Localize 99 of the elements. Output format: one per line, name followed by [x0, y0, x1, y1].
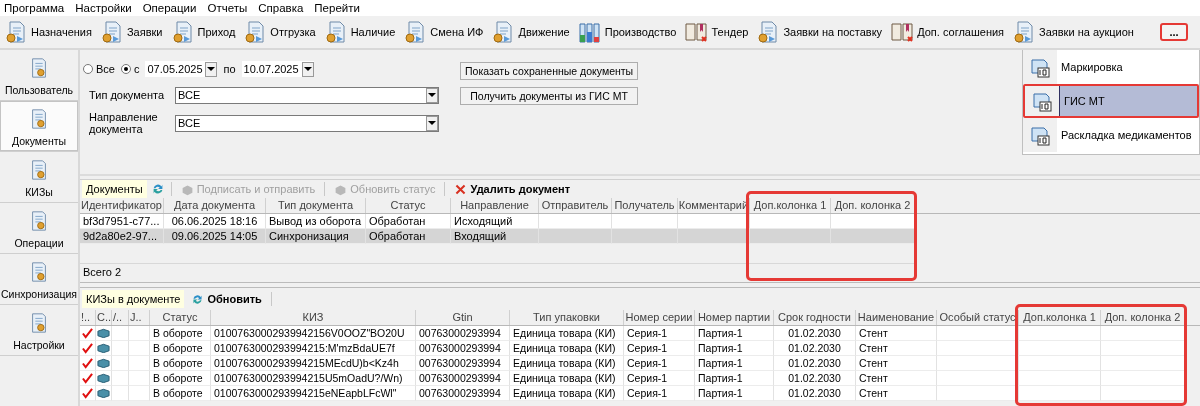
column-header[interactable]: Тип упаковки [510, 310, 624, 325]
column-header[interactable]: Срок годности [774, 310, 856, 325]
toolbar-button[interactable]: Заявки на поставку [756, 18, 886, 46]
menu-item[interactable]: Настройки [75, 2, 132, 14]
field-label: Тип документа [88, 89, 166, 101]
document-icon [99, 20, 124, 44]
table-cell: Серия-1 [624, 386, 695, 401]
column-header[interactable]: Тип документа [266, 198, 366, 213]
table-cell: 9d2a80e2-97... [80, 229, 164, 244]
sidebar-item[interactable]: КИЗы [0, 152, 78, 203]
delete-icon [454, 182, 468, 196]
column-header[interactable]: КИЗ [211, 310, 416, 325]
toolbar-button[interactable]: Отгрузка [243, 18, 319, 46]
table-cell: В обороте [150, 386, 211, 401]
menu-item[interactable]: Перейти [314, 2, 360, 14]
panel-tab[interactable]: Документы [82, 180, 147, 198]
document-icon [323, 20, 348, 44]
toolbar-button[interactable]: Смена ИФ [403, 18, 487, 46]
sidebar-item[interactable]: Операции [0, 203, 78, 254]
table-cell [678, 229, 750, 244]
bottles-icon [577, 20, 602, 44]
menu-item[interactable]: Операции [142, 2, 197, 14]
table-row[interactable]: 9d2a80e2-97... 09.06.2025 14:05 Синхронизация Обработан Входящий [80, 229, 915, 244]
more-button[interactable]: ... [1160, 23, 1188, 41]
table-cell: 00763000293994 [416, 386, 510, 401]
column-header[interactable]: Статус [366, 198, 451, 213]
column-header[interactable]: Доп. колонка 2 [831, 198, 915, 213]
column-header[interactable]: /.. [112, 310, 129, 325]
table-cell: 09.06.2025 14:05 [164, 229, 266, 244]
field-label: по [223, 63, 236, 75]
caret-icon [426, 115, 438, 131]
toolbar-button[interactable]: Заявки на аукцион [1012, 18, 1137, 46]
toolbar-button[interactable]: Доп. соглашения [890, 18, 1008, 46]
radio-button[interactable]: с [120, 63, 140, 75]
column-header[interactable]: С.. [96, 310, 112, 325]
column-header[interactable]: Номер серии [624, 310, 695, 325]
date-field[interactable]: 07.05.2025 [145, 61, 218, 77]
table-cell: 0100763000293994215eNEapbLFcWl" [211, 386, 416, 401]
table-cell [129, 386, 150, 401]
column-header[interactable]: J.. [129, 310, 150, 325]
column-header[interactable]: Доп.колонка 1 [750, 198, 831, 213]
column-header[interactable]: !.. [80, 310, 96, 325]
toolbar-button[interactable]: Удалить документ [451, 182, 574, 196]
table-cell: Входящий [451, 229, 539, 244]
column-header[interactable]: Номер партии [695, 310, 774, 325]
table-cell: 01.02.2030 [774, 386, 856, 401]
toolbar-button[interactable]: Назначения [4, 18, 95, 46]
dropdown[interactable]: ВСЕ [175, 114, 439, 132]
column-header[interactable]: Идентификатор [80, 198, 164, 213]
panel-item[interactable]: Раскладка медикаментов [1023, 118, 1199, 152]
menu-item[interactable]: Программа [4, 2, 65, 14]
books-icon [684, 20, 709, 44]
sidebar-item[interactable]: Настройки [0, 305, 78, 356]
date-field[interactable]: 10.07.2025 [241, 61, 314, 77]
caret-icon [301, 61, 314, 77]
column-header[interactable]: Комментарий [678, 198, 750, 213]
table-cell: Партия-1 [695, 386, 774, 401]
toolbar-button[interactable]: Наличие [323, 18, 399, 46]
table-cell: Обработан [366, 229, 451, 244]
action-button[interactable]: Получить документы из ГИС МТ [460, 87, 639, 105]
column-header[interactable]: Получатель [612, 198, 678, 213]
sidebar-item[interactable]: Документы [0, 101, 78, 152]
action-button[interactable]: Показать сохраненные документы [460, 62, 639, 80]
radio-button[interactable]: Все [83, 63, 115, 75]
caret-icon [205, 61, 218, 77]
panel-item[interactable]: ГИС МТ [1023, 84, 1199, 118]
column-header[interactable]: Статус [150, 310, 211, 325]
column-header[interactable]: Направление [451, 198, 539, 213]
menu-item[interactable]: Отчеты [207, 2, 248, 14]
row-count: Всего 2 [83, 266, 122, 278]
document-icon [170, 20, 195, 44]
column-header[interactable]: Доп. колонка 2 [1101, 310, 1185, 325]
sidebar-item[interactable]: Синхронизация [0, 254, 78, 305]
column-header[interactable]: Доп.колонка 1 [1019, 310, 1101, 325]
column-header[interactable]: Наименование [856, 310, 937, 325]
toolbar-button[interactable]: Производство [577, 18, 680, 46]
toolbar-button[interactable]: Заявки [99, 18, 166, 46]
column-header[interactable]: Gtin [416, 310, 510, 325]
table-cell: Стент [856, 386, 937, 401]
panel-item[interactable]: Маркировка [1023, 50, 1199, 84]
menu-item[interactable]: Справка [258, 2, 304, 14]
toolbar-button[interactable]: Тендер [684, 18, 752, 46]
column-header[interactable]: Дата документа [164, 198, 266, 213]
refresh-icon [191, 292, 205, 306]
table-cell [612, 229, 678, 244]
table-cell: Единица товара (КИ) [510, 386, 624, 401]
books-icon [890, 20, 915, 44]
toolbar-button[interactable]: Приход [170, 18, 239, 46]
table-row[interactable]: bf3d7951-c77... 06.06.2025 18:16 Вывод из оборота Обработан Исходящий [80, 214, 915, 229]
toolbar-button[interactable]: Движение [491, 18, 573, 46]
table-cell: Синхронизация [266, 229, 366, 244]
panel-tab[interactable]: КИЗы в документе [82, 290, 185, 308]
caret-icon [426, 87, 438, 103]
column-header[interactable]: Отправитель [539, 198, 612, 213]
dropdown[interactable]: ВСЕ [175, 86, 439, 104]
refresh-button[interactable]: Обновить [188, 292, 265, 306]
column-header[interactable]: Особый статус [937, 310, 1019, 325]
field-label: Направление документа [88, 111, 159, 135]
document-icon [4, 20, 28, 44]
